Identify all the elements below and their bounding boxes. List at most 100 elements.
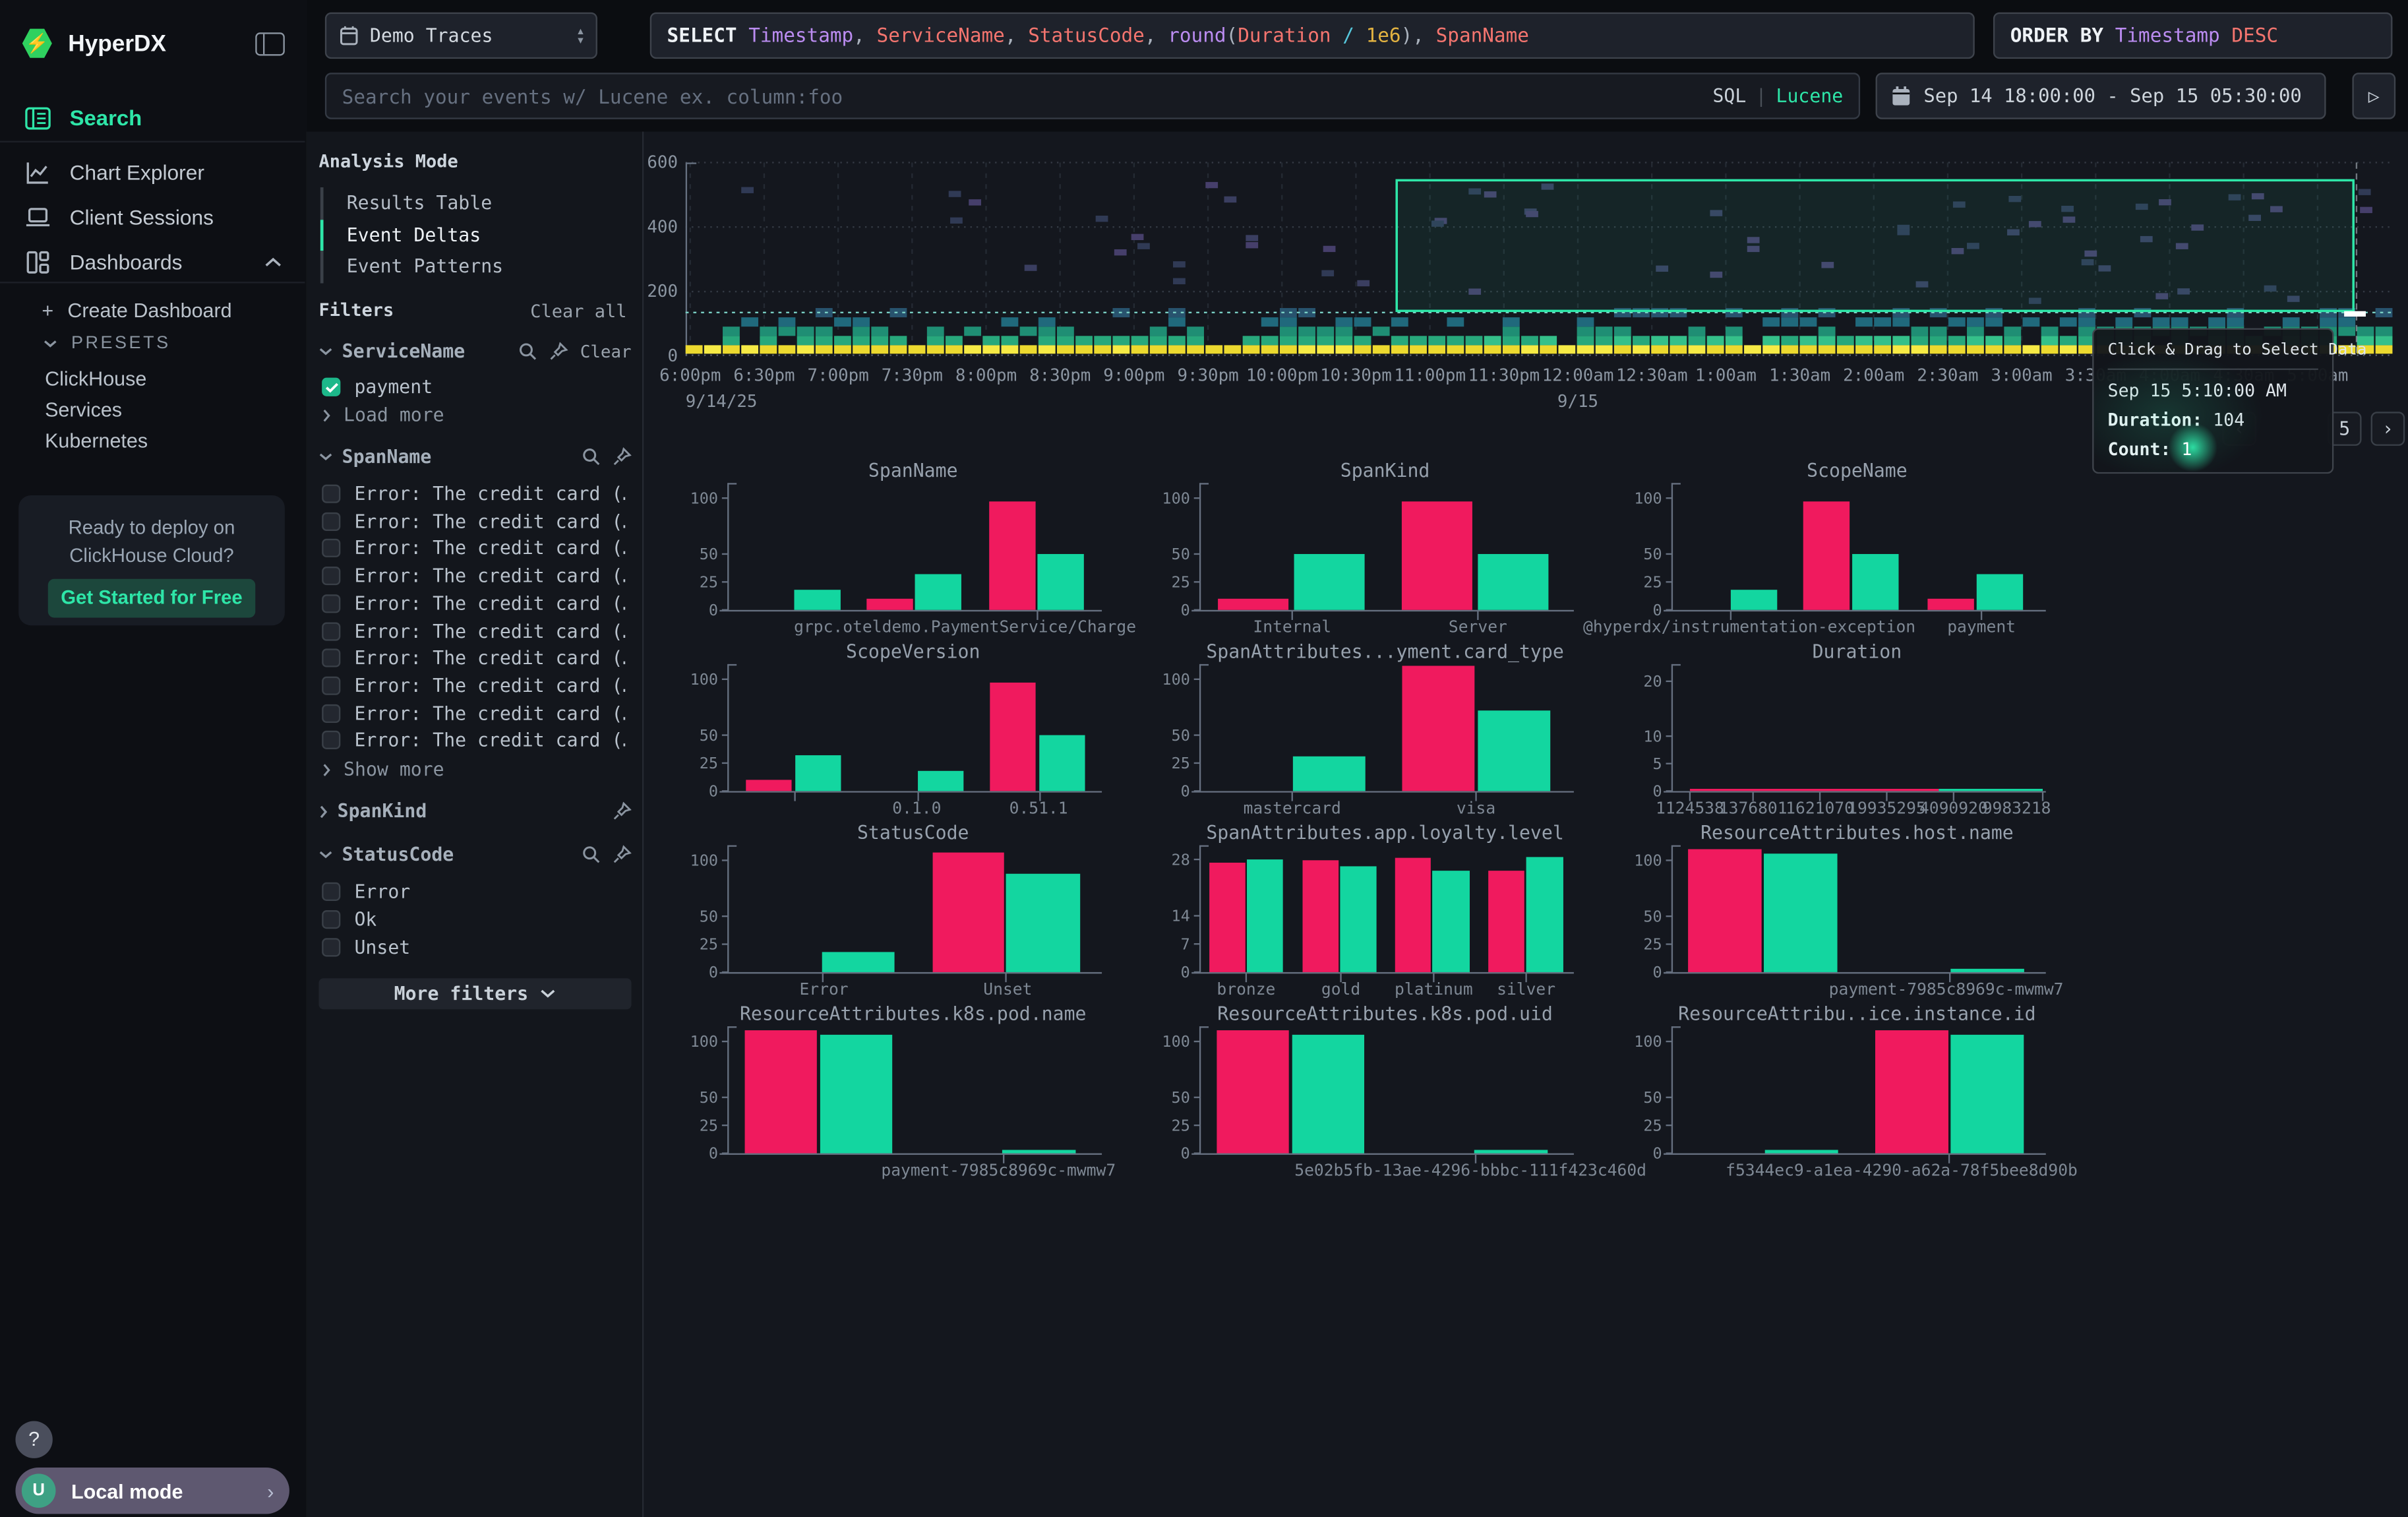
nav-chart-explorer[interactable]: Chart Explorer: [0, 150, 307, 194]
chevron-down-icon[interactable]: [318, 850, 332, 859]
get-started-button[interactable]: Get Started for Free: [48, 579, 255, 618]
order-by-editor[interactable]: ORDER BY Timestamp DESC: [1993, 13, 2393, 59]
rect: [1002, 1150, 1076, 1153]
filter-option-error-the-credit-card-[interactable]: Error: The credit card (…: [322, 536, 625, 561]
selection-box[interactable]: [1397, 180, 2353, 311]
filter-option-error[interactable]: Error: [322, 879, 625, 904]
filter-option-payment[interactable]: payment: [322, 375, 625, 400]
checkbox-icon[interactable]: [322, 704, 340, 722]
checkbox-icon[interactable]: [322, 910, 340, 929]
filter-option-error-the-credit-card-[interactable]: Error: The credit card (…: [322, 591, 625, 616]
checkbox-icon[interactable]: [322, 485, 340, 503]
servicename-clear-button[interactable]: Clear: [580, 342, 632, 362]
rect: [1503, 336, 1520, 345]
source-select[interactable]: Demo Traces ▲▼: [325, 13, 597, 59]
search-input[interactable]: [326, 83, 1712, 109]
pin-icon[interactable]: [613, 845, 631, 863]
checkbox-icon[interactable]: [322, 938, 340, 956]
search-icon[interactable]: [582, 447, 600, 466]
lucene-mode-toggle[interactable]: Lucene: [1776, 85, 1844, 107]
spankind-label[interactable]: SpanKind: [338, 800, 613, 822]
checkbox-checked-icon[interactable]: [322, 378, 340, 396]
date-range-picker[interactable]: Sep 14 18:00:00 - Sep 15 05:30:00: [1876, 73, 2326, 119]
chart-plot-ResourceAttributes-host-name[interactable]: ResourceAttributes.host.name02550100paym…: [1625, 824, 2058, 1001]
chart-plot-SpanKind[interactable]: SpanKind02550100InternalServer: [1153, 461, 1586, 638]
analysis-mode-results-table[interactable]: Results Table: [320, 187, 625, 219]
help-button[interactable]: ?: [15, 1421, 52, 1458]
run-query-button[interactable]: ▷: [2352, 73, 2395, 119]
chart-plot-SpanAttributes-app-loyalty-level[interactable]: SpanAttributes.app.loyalty.level071428br…: [1153, 824, 1586, 1001]
chart-plot-SpanName[interactable]: SpanName02550100grpc.oteldemo.PaymentSer…: [681, 461, 1114, 638]
rect: [816, 345, 833, 354]
filter-option-error-the-credit-card-[interactable]: Error: The credit card (…: [322, 619, 625, 644]
checkbox-icon[interactable]: [322, 540, 340, 558]
filter-option-error-the-credit-card-[interactable]: Error: The credit card (…: [322, 509, 625, 534]
sidebar-item-clickhouse[interactable]: ClickHouse: [0, 362, 351, 393]
show-more-button[interactable]: Show more: [322, 758, 444, 780]
nav-client-sessions[interactable]: Client Sessions: [0, 195, 307, 239]
pin-icon[interactable]: [549, 342, 568, 361]
rect: [2004, 336, 2021, 345]
analysis-mode-event-deltas[interactable]: Event Deltas: [320, 219, 625, 251]
chart-plot-ScopeName[interactable]: ScopeName02550100@hyperdx/instrumentatio…: [1625, 461, 2058, 638]
chart-SpanKind: SpanKind02550100InternalServer: [1153, 461, 1586, 638]
chart-plot-ResourceAttributes-k8s-pod-name[interactable]: ResourceAttributes.k8s.pod.name02550100p…: [681, 1005, 1114, 1181]
sidebar-item-services[interactable]: Services: [0, 393, 351, 424]
checkbox-icon[interactable]: [322, 676, 340, 695]
filter-option-error-the-credit-card-[interactable]: Error: The credit card (…: [322, 646, 625, 671]
rect: [1131, 336, 1149, 345]
search-icon[interactable]: [582, 845, 600, 863]
chart-plot-StatusCode[interactable]: StatusCode02550100ErrorUnset: [681, 824, 1114, 1001]
filter-option-error-the-credit-card-[interactable]: Error: The credit card (…: [322, 700, 625, 726]
checkbox-icon[interactable]: [322, 512, 340, 530]
nav-search[interactable]: Search: [0, 96, 307, 140]
chevron-down-icon[interactable]: [318, 452, 332, 461]
servicename-label[interactable]: ServiceName: [342, 340, 518, 362]
sql-mode-toggle[interactable]: SQL: [1712, 85, 1746, 107]
checkbox-icon[interactable]: [322, 567, 340, 585]
analysis-mode-event-patterns[interactable]: Event Patterns: [320, 251, 625, 282]
pin-icon[interactable]: [613, 802, 631, 820]
filter-option-error-the-credit-card-[interactable]: Error: The credit card (…: [322, 728, 625, 753]
search-icon[interactable]: [518, 342, 537, 361]
load-more-button[interactable]: Load more: [322, 404, 444, 426]
checkbox-icon[interactable]: [322, 594, 340, 613]
chart-plot-ResourceAttributes-k8s-pod-uid[interactable]: ResourceAttributes.k8s.pod.uid025501005e…: [1153, 1005, 1586, 1181]
text: SpanName: [868, 460, 958, 481]
pin-icon[interactable]: [613, 447, 631, 466]
rect: [1837, 336, 1854, 345]
presets-toggle[interactable]: PRESETS: [0, 328, 307, 359]
spanname-label[interactable]: SpanName: [342, 446, 582, 468]
user-label: Local mode: [71, 1479, 267, 1502]
nav-dashboards-label: Dashboards: [70, 250, 240, 273]
next-page-button[interactable]: ›: [2371, 412, 2405, 446]
user-menu[interactable]: U Local mode ›: [15, 1468, 289, 1514]
filter-option-error-the-credit-card-[interactable]: Error: The credit card (…: [322, 673, 625, 698]
checkbox-icon[interactable]: [322, 649, 340, 667]
nav-dashboards[interactable]: Dashboards: [0, 240, 307, 284]
statuscode-label[interactable]: StatusCode: [342, 844, 582, 865]
more-filters-button[interactable]: More filters: [318, 978, 631, 1009]
filter-option-ok[interactable]: Ok: [322, 907, 625, 932]
checkbox-icon[interactable]: [322, 621, 340, 640]
rect: [1354, 317, 1371, 326]
sidebar-item-kubernetes[interactable]: Kubernetes: [0, 424, 351, 455]
filter-option-error-the-credit-card-[interactable]: Error: The credit card (…: [322, 564, 625, 589]
chevron-down-icon[interactable]: [318, 347, 332, 356]
create-dashboard-button[interactable]: + Create Dashboard: [0, 294, 307, 325]
chart-plot-ScopeVersion[interactable]: ScopeVersion025501000.1.00.51.1: [681, 642, 1114, 819]
text: platinum: [1395, 979, 1473, 999]
chart-plot-ResourceAttribu-ice-instance-id[interactable]: ResourceAttribu..ice.instance.id02550100…: [1625, 1005, 2058, 1181]
chart-plot-Duration[interactable]: Duration05102011245381376801162107019935…: [1625, 642, 2058, 819]
chart-plot-SpanAttributes-yment-card-type[interactable]: SpanAttributes...yment.card_type02550100…: [1153, 642, 1586, 819]
sql-select-editor[interactable]: SELECT Timestamp, ServiceName, StatusCod…: [650, 13, 1975, 59]
clear-all-button[interactable]: Clear all: [530, 300, 626, 322]
filter-option-unset[interactable]: Unset: [322, 935, 625, 960]
chevron-right-icon[interactable]: [318, 804, 328, 818]
checkbox-icon[interactable]: [322, 731, 340, 749]
filter-option-error-the-credit-card-[interactable]: Error: The credit card (…: [322, 481, 625, 507]
sidebar-collapse-icon[interactable]: [255, 32, 285, 55]
rect: [2376, 326, 2393, 336]
text: 2:30am: [1917, 365, 1978, 385]
checkbox-icon[interactable]: [322, 882, 340, 901]
